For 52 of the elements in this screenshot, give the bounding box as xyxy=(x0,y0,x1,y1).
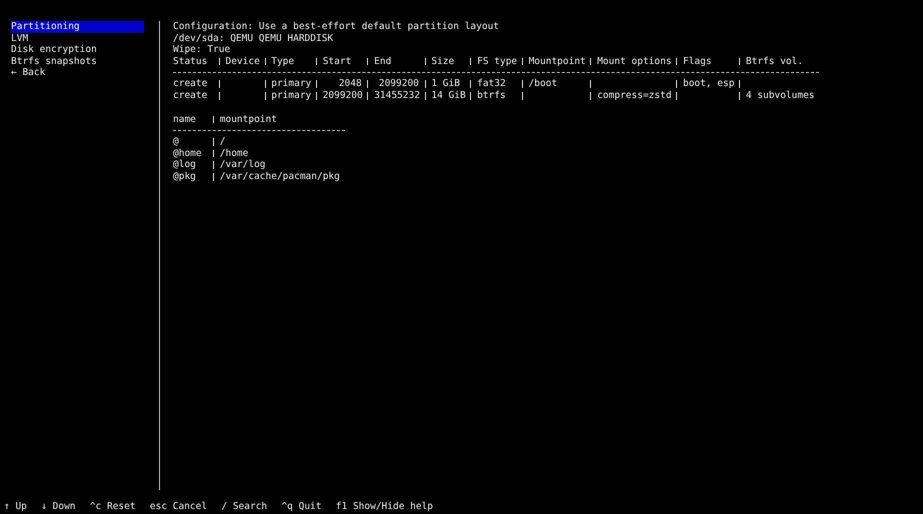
info-line: Wipe: True xyxy=(173,44,232,56)
column-header: mountpoint xyxy=(213,116,345,124)
table-cell: / xyxy=(213,138,345,146)
table-cell: primary xyxy=(264,80,316,88)
column-header: FS type xyxy=(470,58,522,66)
column-header: Status xyxy=(173,58,208,66)
table-cell: fat32 xyxy=(470,80,522,88)
table-cell: 2099200 xyxy=(367,80,425,88)
table-cell: boot, esp xyxy=(676,80,740,88)
info-line: Configuration: Use a best-effort default partition layout xyxy=(173,21,500,33)
column-header: Device xyxy=(218,58,264,66)
sidebar-item[interactable]: Btrfs snapshots xyxy=(11,56,144,68)
table-cell-text: create xyxy=(173,92,208,100)
column-header: Flags xyxy=(676,58,740,66)
table-cell-text: @ xyxy=(173,138,180,146)
table-cell: 1 GiB xyxy=(424,80,470,88)
sidebar-item[interactable]: Partitioning xyxy=(11,21,144,33)
table-cell: compress=zstd xyxy=(590,92,676,100)
table-cell: /var/log xyxy=(213,161,345,169)
column-header: name xyxy=(173,116,197,124)
sidebar-item[interactable]: ← Back xyxy=(11,67,144,79)
table-cell: 2048 xyxy=(316,80,368,88)
sidebar-item[interactable]: Disk encryption xyxy=(11,44,144,56)
key-hint: esc Cancel xyxy=(150,500,208,514)
table-cell-text: create xyxy=(173,80,208,88)
column-header: Mountpoint xyxy=(522,58,590,66)
key-hint: ↑ Up xyxy=(4,500,27,514)
table-cell: 2099200 xyxy=(316,92,368,100)
column-header: Size xyxy=(424,58,470,66)
table-cell: /home xyxy=(213,150,345,158)
table-cell: /boot xyxy=(522,80,590,88)
key-hint: ^q Quit xyxy=(281,500,322,514)
column-header: Type xyxy=(264,58,316,66)
key-hint: ↓ Down xyxy=(41,500,76,514)
table-cell: primary xyxy=(264,92,316,100)
table-cell-text: @log xyxy=(173,161,197,169)
info-line: /dev/sda: QEMU QEMU HARDDISK xyxy=(173,32,334,44)
sidebar-item[interactable]: LVM xyxy=(11,32,144,44)
table-cell: btrfs xyxy=(470,92,522,100)
key-hint: f1 Show/Hide help xyxy=(336,500,434,514)
table-cell: 31455232 xyxy=(367,92,425,100)
column-header: Mount options xyxy=(590,58,676,66)
column-header: Btrfs vol. xyxy=(739,58,820,66)
table-cell: 4 subvolumes xyxy=(739,92,820,100)
table-cell-text: @pkg xyxy=(173,172,197,181)
column-header: Start xyxy=(316,58,368,66)
table-cell: /var/cache/pacman/pkg xyxy=(213,172,345,181)
key-hint: ^c Reset xyxy=(90,500,136,514)
table-cell: 14 GiB xyxy=(424,92,470,100)
table-cell-text: @home xyxy=(173,150,203,158)
key-hint: / Search xyxy=(221,500,268,514)
column-header: End xyxy=(367,58,425,66)
